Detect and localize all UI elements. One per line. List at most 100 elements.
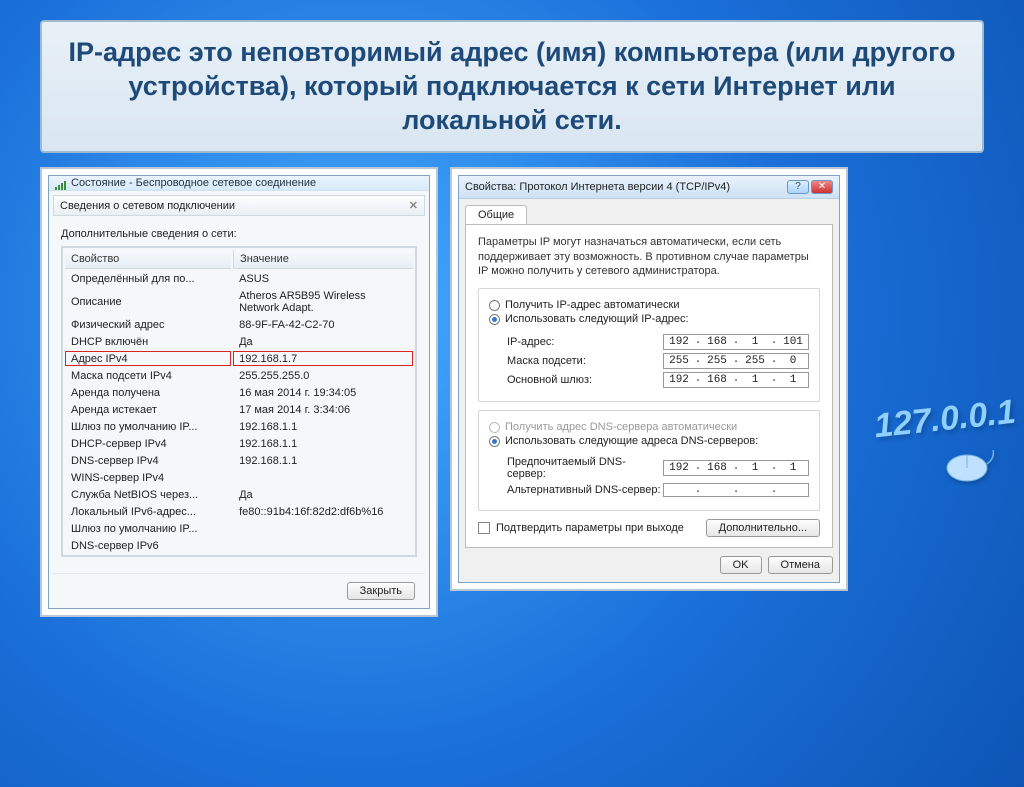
details-window-title-text: Сведения о сетевом подключении (60, 200, 235, 212)
close-button[interactable]: Закрыть (347, 582, 415, 600)
label-dns1: Предпочитаемый DNS-сервер: (507, 456, 663, 480)
table-row[interactable]: DNS-сервер IPv6 (65, 538, 413, 553)
dot: . (732, 335, 740, 349)
table-row[interactable]: DHCP-сервер IPv4192.168.1.1 (65, 436, 413, 451)
ip-octet[interactable]: 192 (664, 335, 694, 349)
ip-octet[interactable] (740, 484, 770, 496)
property-cell: Маска подсети IPv4 (65, 368, 231, 383)
ip-octet[interactable] (778, 484, 808, 496)
validate-on-exit-row[interactable]: Подтвердить параметры при выходе Дополни… (478, 519, 820, 537)
ipv4-properties-dialog: Свойства: Протокол Интернета версии 4 (T… (458, 175, 840, 583)
col-value[interactable]: Значение (233, 250, 413, 269)
table-row[interactable]: ОписаниеAtheros AR5B95 Wireless Network … (65, 288, 413, 315)
ip-octet[interactable]: 101 (778, 335, 808, 349)
ip-octet[interactable]: 255 (664, 354, 694, 368)
close-icon[interactable]: ✕ (409, 199, 418, 212)
table-row[interactable]: DHCP включёнДа (65, 334, 413, 349)
value-cell: 17 мая 2014 г. 3:34:06 (233, 402, 413, 417)
label-mask: Маска подсети: (507, 355, 586, 367)
radio-icon (489, 314, 500, 325)
ip-octet[interactable] (664, 484, 694, 496)
ip-octet[interactable]: 192 (664, 373, 694, 387)
preferred-dns-field[interactable]: 192.168.1.1 (663, 460, 809, 476)
table-row[interactable]: WINS-сервер IPv4 (65, 470, 413, 485)
table-row[interactable]: Локальный IPv6-адрес...fe80::91b4:16f:82… (65, 504, 413, 519)
table-row[interactable]: Физический адрес88-9F-FA-42-C2-70 (65, 317, 413, 332)
default-gateway-field[interactable]: 192.168.1.1 (663, 372, 809, 388)
alternate-dns-field[interactable]: ... (663, 483, 809, 497)
ip-octet[interactable] (702, 484, 732, 496)
ip-octet[interactable]: 168 (702, 335, 732, 349)
tab-general[interactable]: Общие (465, 205, 527, 224)
col-property[interactable]: Свойство (65, 250, 231, 269)
property-cell: Определённый для по... (65, 271, 231, 286)
ok-button[interactable]: OK (720, 556, 762, 574)
table-row[interactable]: Маска подсети IPv4255.255.255.0 (65, 368, 413, 383)
ip-octet[interactable]: 1 (778, 461, 808, 475)
value-cell: Да (233, 334, 413, 349)
ip-octet[interactable]: 168 (702, 373, 732, 387)
ip-octet[interactable]: 1 (740, 461, 770, 475)
advanced-button[interactable]: Дополнительно... (706, 519, 820, 537)
table-row[interactable]: Шлюз по умолчанию IP... (65, 521, 413, 536)
property-cell: DNS-сервер IPv4 (65, 453, 231, 468)
ip-octet[interactable]: 255 (702, 354, 732, 368)
property-cell: DHCP включён (65, 334, 231, 349)
ip-octet[interactable]: 0 (778, 354, 808, 368)
dot: . (732, 484, 740, 496)
details-window-title: Сведения о сетевом подключении ✕ (53, 195, 425, 216)
dialog-title: Свойства: Протокол Интернета версии 4 (T… (465, 181, 730, 193)
ip-octet[interactable]: 1 (778, 373, 808, 387)
radio-icon (489, 422, 500, 433)
radio-icon (489, 300, 500, 311)
close-icon[interactable]: ✕ (811, 180, 833, 194)
property-cell: DNS-сервер IPv6 (65, 538, 231, 553)
radio-manual-dns[interactable]: Использовать следующие адреса DNS-сервер… (489, 435, 809, 447)
radio-manual-ip-label: Использовать следующий IP-адрес: (505, 313, 689, 325)
dot: . (694, 484, 702, 496)
ip-octet[interactable]: 1 (740, 335, 770, 349)
property-cell: DHCP-сервер IPv4 (65, 436, 231, 451)
table-row[interactable]: Аренда истекает17 мая 2014 г. 3:34:06 (65, 402, 413, 417)
ip-address-field[interactable]: 192.168.1.101 (663, 334, 809, 350)
network-properties-table: Свойство Значение Определённый для по...… (62, 247, 416, 556)
label-gw: Основной шлюз: (507, 374, 592, 386)
value-cell: Да (233, 487, 413, 502)
subnet-mask-field[interactable]: 255.255.255.0 (663, 353, 809, 369)
value-cell: Atheros AR5B95 Wireless Network Adapt. (233, 288, 413, 315)
validate-on-exit-label: Подтвердить параметры при выходе (496, 522, 684, 534)
property-cell: WINS-сервер IPv4 (65, 470, 231, 485)
property-cell: Локальный IPv6-адрес... (65, 504, 231, 519)
table-row[interactable]: DNS-сервер IPv4192.168.1.1 (65, 453, 413, 468)
label-ip: IP-адрес: (507, 336, 554, 348)
radio-icon (489, 436, 500, 447)
table-row[interactable]: Аренда получена16 мая 2014 г. 19:34:05 (65, 385, 413, 400)
table-row[interactable]: Определённый для по...ASUS (65, 271, 413, 286)
value-cell: 88-9F-FA-42-C2-70 (233, 317, 413, 332)
table-row[interactable]: Адрес IPv4192.168.1.7 (65, 351, 413, 366)
value-cell: 192.168.1.7 (233, 351, 413, 366)
radio-manual-ip[interactable]: Использовать следующий IP-адрес: (489, 313, 809, 325)
dot: . (770, 335, 778, 349)
dot: . (732, 354, 740, 368)
dot: . (770, 461, 778, 475)
right-panel: Свойства: Протокол Интернета версии 4 (T… (450, 167, 848, 591)
dot: . (732, 461, 740, 475)
table-row[interactable]: Шлюз по умолчанию IP...192.168.1.1 (65, 419, 413, 434)
table-row[interactable]: Служба NetBIOS через...Да (65, 487, 413, 502)
ip-octet[interactable]: 1 (740, 373, 770, 387)
ip-octet[interactable]: 168 (702, 461, 732, 475)
ip-octet[interactable]: 255 (740, 354, 770, 368)
value-cell (233, 538, 413, 553)
label-dns2: Альтернативный DNS-сервер: (507, 484, 661, 496)
value-cell: 16 мая 2014 г. 19:34:05 (233, 385, 413, 400)
radio-auto-ip[interactable]: Получить IP-адрес автоматически (489, 299, 809, 311)
ip-octet[interactable]: 192 (664, 461, 694, 475)
status-window-title-text: Состояние - Беспроводное сетевое соедине… (71, 177, 316, 189)
left-panel: Состояние - Беспроводное сетевое соедине… (40, 167, 438, 617)
cancel-button[interactable]: Отмена (768, 556, 833, 574)
property-cell: Шлюз по умолчанию IP... (65, 521, 231, 536)
property-cell: Служба NetBIOS через... (65, 487, 231, 502)
help-icon[interactable]: ? (787, 180, 809, 194)
dot: . (694, 461, 702, 475)
